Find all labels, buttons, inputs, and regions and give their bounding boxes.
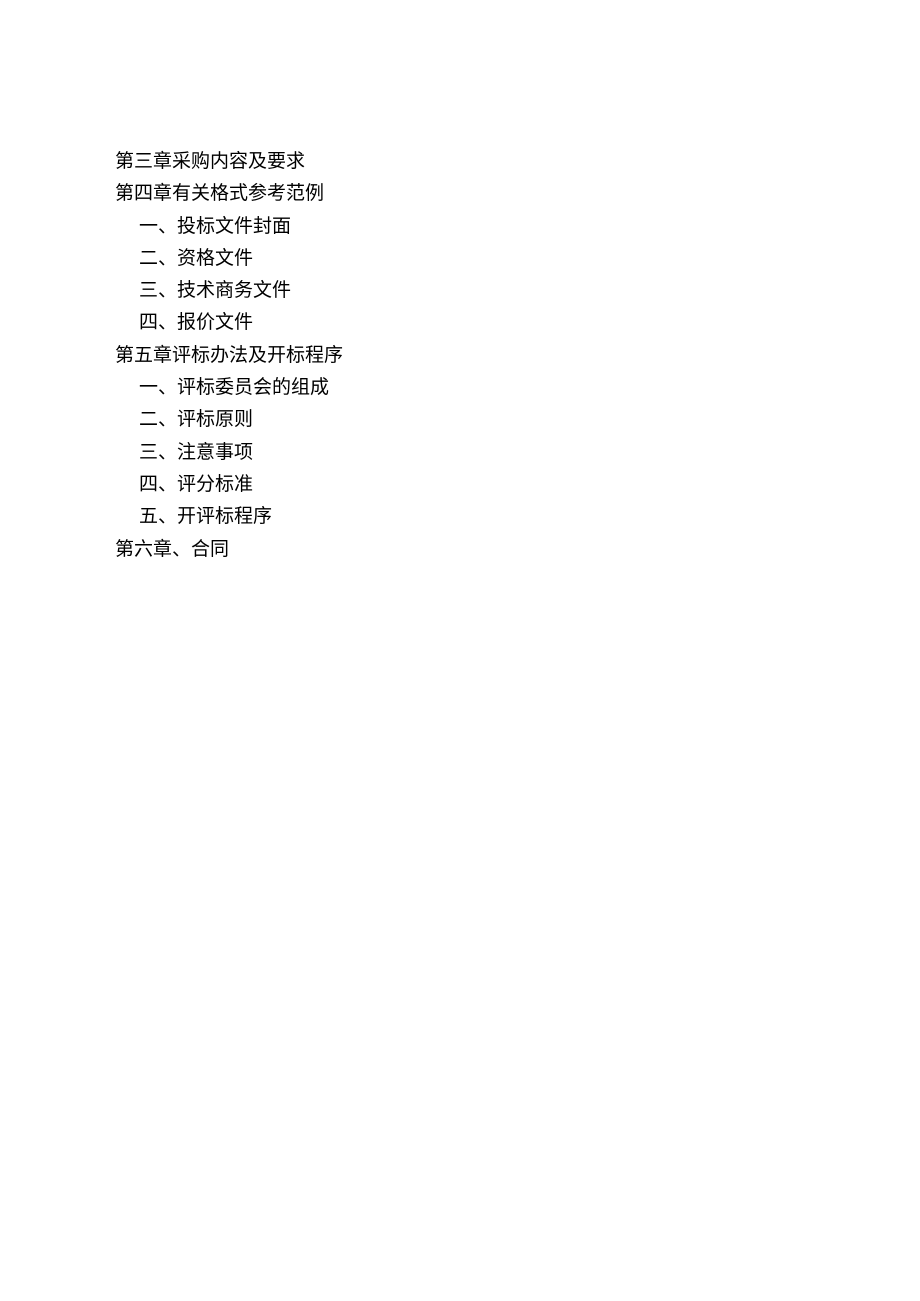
toc-chapter-3: 第三章采购内容及要求 — [115, 146, 920, 178]
toc-chapter-4-item-3: 三、技术商务文件 — [115, 275, 920, 307]
toc-chapter-6: 第六章、合同 — [115, 534, 920, 566]
toc-chapter-4-item-2: 二、资格文件 — [115, 243, 920, 275]
toc-chapter-4-item-4: 四、报价文件 — [115, 307, 920, 339]
toc-chapter-5-item-3: 三、注意事项 — [115, 437, 920, 469]
toc-chapter-5-item-5: 五、开评标程序 — [115, 501, 920, 533]
toc-chapter-5-item-2: 二、评标原则 — [115, 404, 920, 436]
toc-chapter-4-item-1: 一、投标文件封面 — [115, 211, 920, 243]
toc-chapter-4: 第四章有关格式参考范例 — [115, 178, 920, 210]
toc-chapter-5-item-1: 一、评标委员会的组成 — [115, 372, 920, 404]
toc-chapter-5-item-4: 四、评分标准 — [115, 469, 920, 501]
toc-chapter-5: 第五章评标办法及开标程序 — [115, 340, 920, 372]
